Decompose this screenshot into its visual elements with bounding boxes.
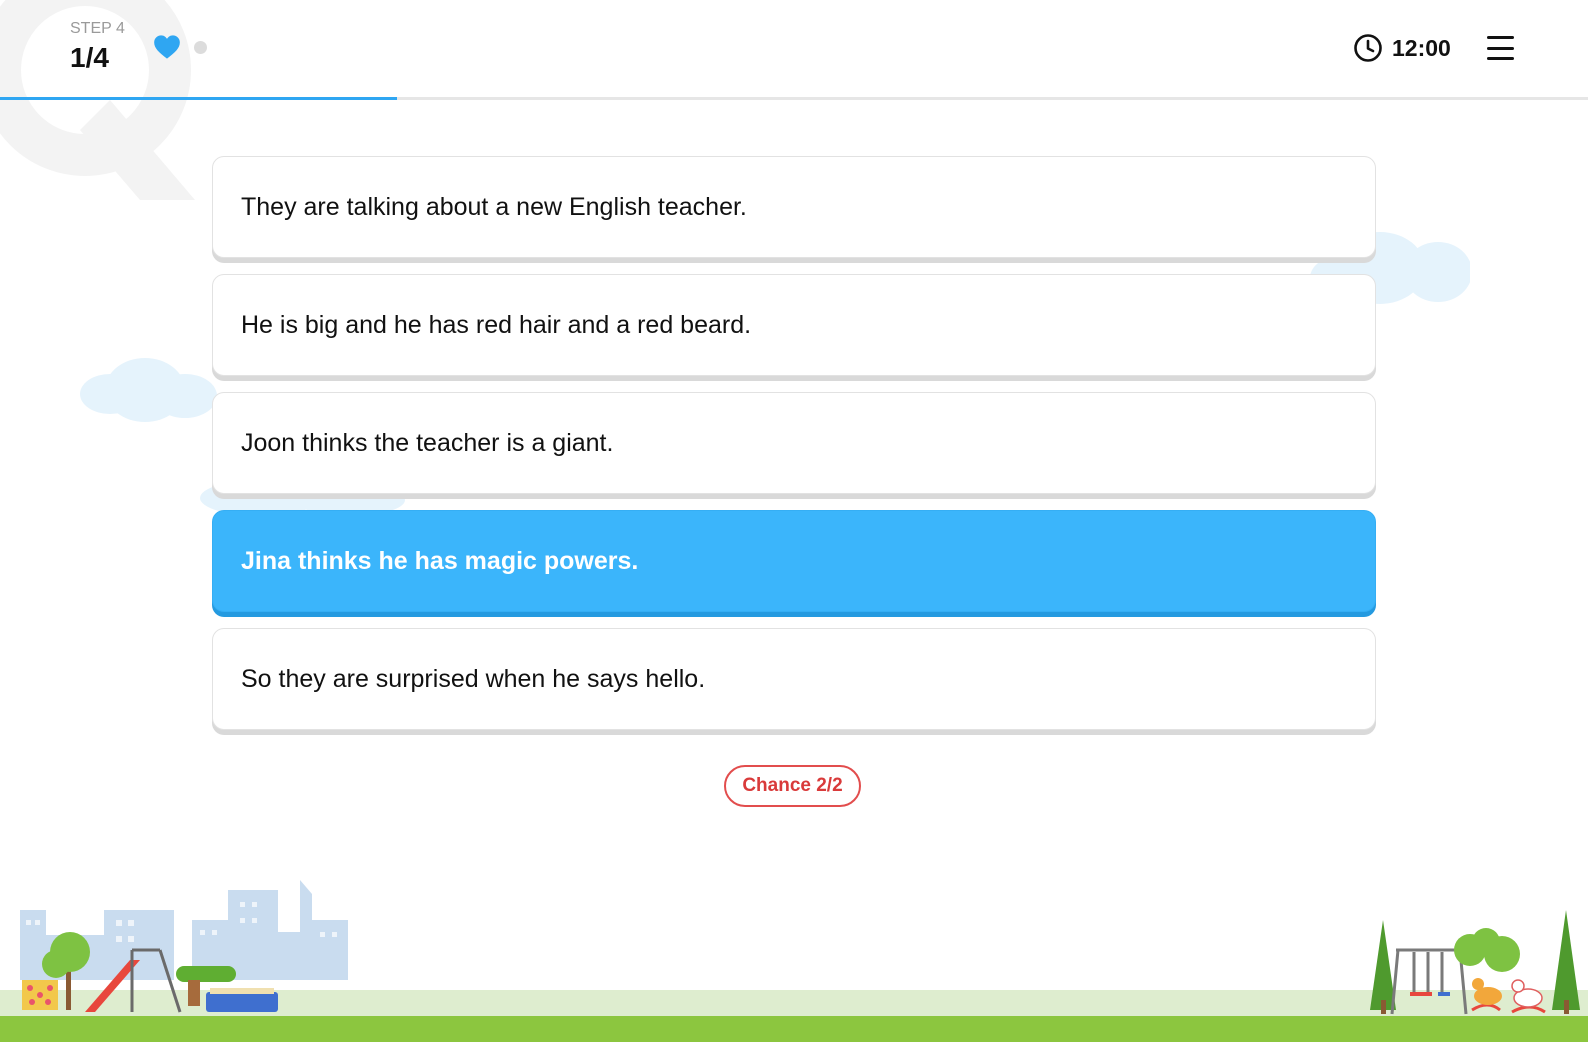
option-text: They are talking about a new English tea… (241, 192, 747, 221)
timer-text: 12:00 (1392, 34, 1451, 61)
sentence-option[interactable]: They are talking about a new English tea… (212, 156, 1376, 258)
sentence-option[interactable]: So they are surprised when he says hello… (212, 628, 1376, 730)
progress-bar (0, 97, 1588, 100)
heart-icon (154, 35, 180, 59)
question-counter: 1/4 (70, 42, 109, 73)
option-text: Jina thinks he has magic powers. (241, 546, 639, 575)
sentence-option[interactable]: Joon thinks the teacher is a giant. (212, 392, 1376, 494)
option-text: He is big and he has red hair and a red … (241, 310, 752, 339)
sentence-options-list: They are talking about a new English tea… (212, 156, 1376, 746)
step-label: STEP 4 (70, 20, 125, 37)
life-indicator-empty (194, 41, 207, 54)
cloud-decoration (80, 358, 217, 422)
option-text: Joon thinks the teacher is a giant. (241, 428, 614, 457)
timer: 12:00 (1353, 31, 1451, 65)
top-bar: STEP 4 1/4 12:00 (0, 0, 1588, 100)
option-text: So they are surprised when he says hello… (241, 664, 706, 693)
progress-bar-fill (0, 97, 397, 100)
chance-counter-badge: Chance 2/2 (724, 765, 861, 807)
playground-scenery-illustration (0, 880, 1588, 1042)
sentence-option[interactable]: He is big and he has red hair and a red … (212, 274, 1376, 376)
clock-icon (1354, 34, 1382, 62)
hamburger-menu-icon[interactable] (1487, 36, 1514, 60)
sentence-option-selected[interactable]: Jina thinks he has magic powers. (212, 510, 1376, 612)
